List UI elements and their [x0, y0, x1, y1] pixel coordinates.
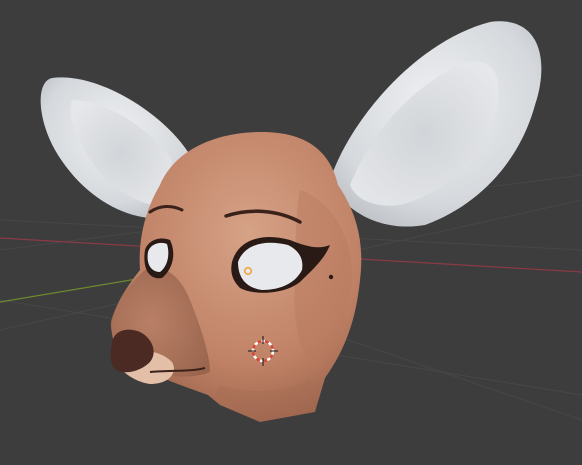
right-ear: [330, 21, 542, 227]
3d-viewport[interactable]: [0, 0, 582, 465]
viewport-canvas[interactable]: [0, 0, 582, 465]
deer-head-model[interactable]: [40, 21, 542, 422]
beauty-mark: [328, 274, 334, 280]
